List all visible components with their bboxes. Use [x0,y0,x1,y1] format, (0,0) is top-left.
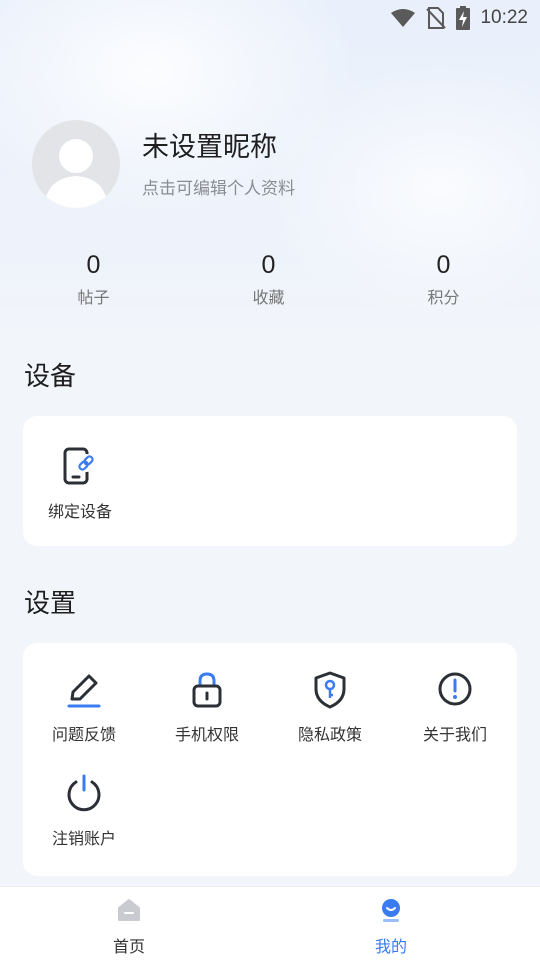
avatar[interactable] [32,120,120,208]
feedback-label: 问题反馈 [51,725,116,744]
nav-mine[interactable]: 我的 [270,887,540,960]
profile-header[interactable]: 未设置昵称 点击可编辑个人资料 [32,120,295,208]
delete-account-label: 注销账户 [51,829,116,848]
stat-label: 收藏 [252,288,285,307]
bottom-nav: 首页 我的 [0,886,540,960]
stat-favorites[interactable]: 0 收藏 [181,248,356,308]
power-icon [67,774,101,812]
phone-link-icon [63,447,95,485]
device-card: 绑定设备 [23,416,517,546]
shield-key-icon [314,671,346,709]
phone-permission-button[interactable]: 手机权限 [145,667,269,745]
info-exclamation-icon [438,672,472,706]
no-sim-icon [426,7,447,29]
edit-profile-hint[interactable]: 点击可编辑个人资料 [142,174,295,199]
stats-row: 0 帖子 0 收藏 0 积分 [0,248,540,308]
nickname: 未设置昵称 [142,131,277,163]
battery-charging-icon [456,6,471,30]
delete-account-button[interactable]: 注销账户 [22,771,146,849]
lock-icon [192,672,222,708]
privacy-policy-label: 隐私政策 [297,725,362,744]
about-us-button[interactable]: 关于我们 [393,667,517,745]
wifi-icon [391,9,416,27]
stat-label: 积分 [427,288,460,307]
privacy-policy-button[interactable]: 隐私政策 [268,667,392,745]
default-avatar-icon [44,139,108,208]
nav-home[interactable]: 首页 [0,887,270,960]
feedback-button[interactable]: 问题反馈 [22,667,146,745]
about-us-label: 关于我们 [422,725,487,744]
device-section-title: 设备 [24,362,77,392]
profile-icon [382,899,400,922]
bind-device-label: 绑定设备 [47,502,112,521]
stat-label: 帖子 [77,288,110,307]
pencil-icon [67,674,101,708]
settings-section-title: 设置 [24,589,77,619]
phone-permission-label: 手机权限 [174,725,239,744]
nav-mine-label: 我的 [374,937,407,956]
stat-value: 0 [261,251,276,279]
bind-device-button[interactable]: 绑定设备 [18,444,142,522]
clock: 10:22 [480,7,528,28]
settings-card: 问题反馈 手机权限 隐私政策 关于我们 注销账户 [23,643,517,876]
nav-home-label: 首页 [112,937,145,956]
stat-value: 0 [436,251,451,279]
stat-value: 0 [86,251,101,279]
stat-points[interactable]: 0 积分 [356,248,531,308]
status-bar: 10:22 [0,0,540,36]
stat-posts[interactable]: 0 帖子 [6,248,181,308]
home-icon [118,899,140,921]
